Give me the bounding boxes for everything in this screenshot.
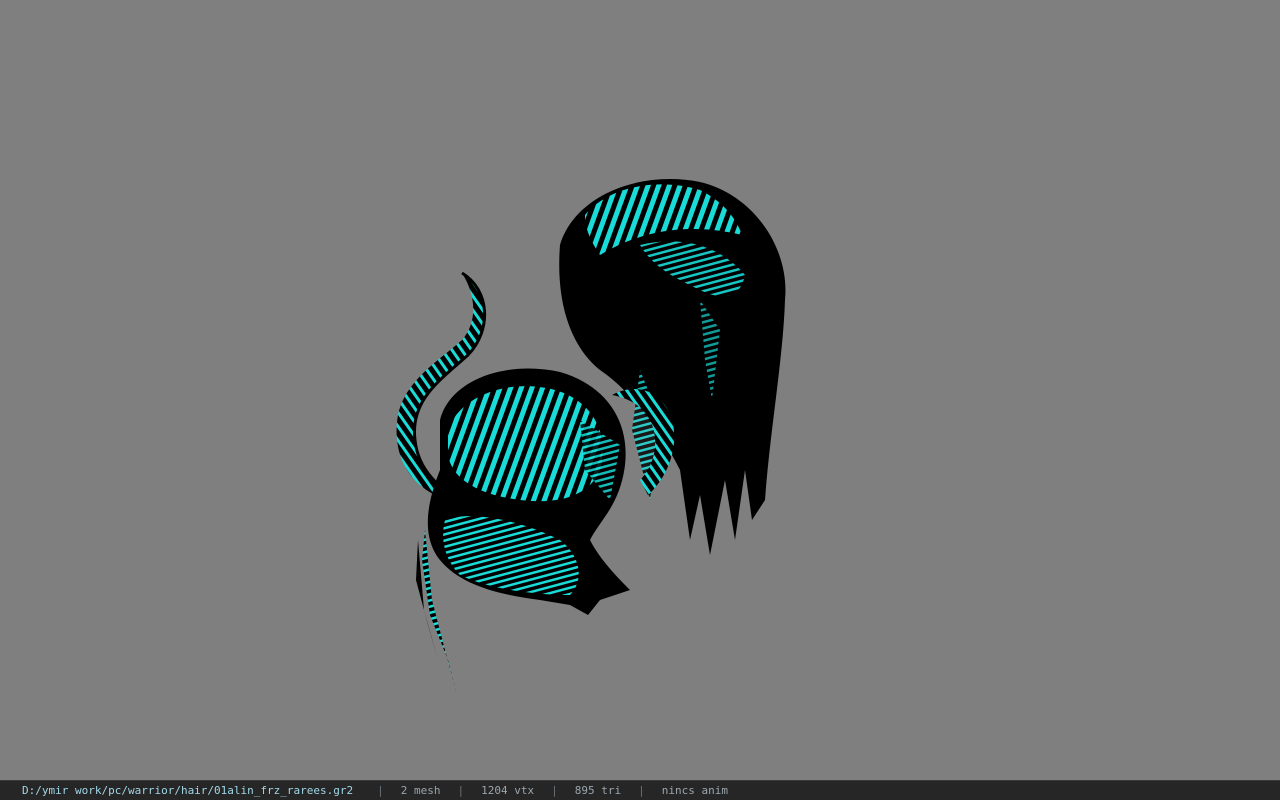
file-path: D:/ymir work/pc/warrior/hair/01alin_frz_… bbox=[22, 784, 354, 797]
hair-front-mass bbox=[427, 368, 630, 615]
vertex-count: 1204 vtx bbox=[481, 784, 535, 797]
separator: | bbox=[377, 784, 384, 797]
status-bar: D:/ymir work/pc/warrior/hair/01alin_frz_… bbox=[0, 780, 1280, 800]
separator: | bbox=[551, 784, 558, 797]
triangle-count: 895 tri bbox=[574, 784, 622, 797]
separator: | bbox=[457, 784, 465, 797]
hair-model-render[interactable] bbox=[0, 0, 1280, 780]
animation-status: nincs anim bbox=[661, 784, 728, 797]
separator: | bbox=[638, 784, 645, 797]
mesh-count: 2 mesh bbox=[400, 784, 441, 797]
3d-viewport[interactable] bbox=[0, 0, 1280, 780]
